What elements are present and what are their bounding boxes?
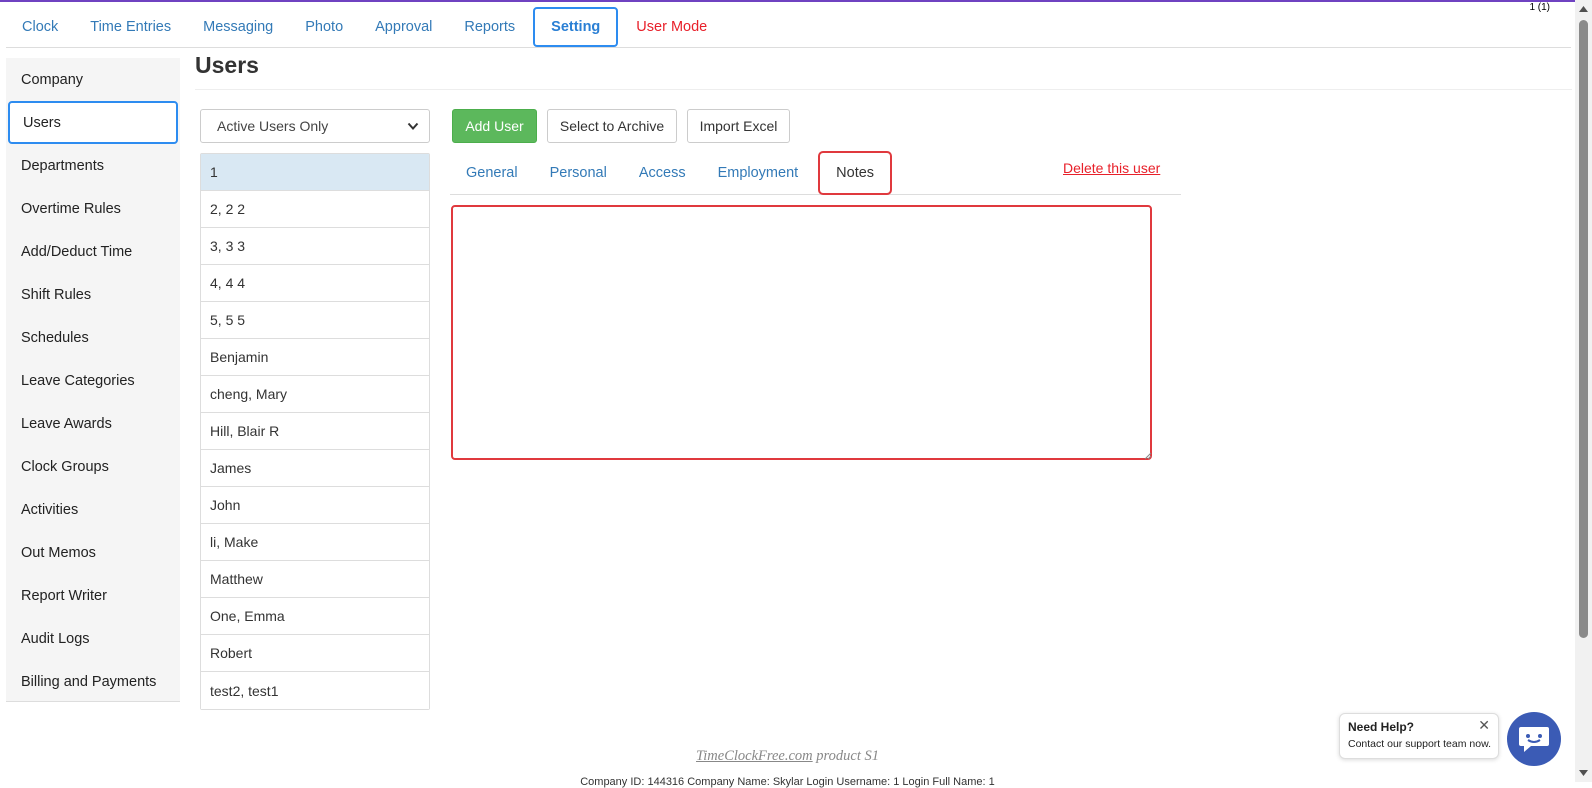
sidebar-item-audit-logs[interactable]: Audit Logs — [6, 617, 180, 660]
tab-time-entries[interactable]: Time Entries — [74, 6, 187, 48]
import-excel-button[interactable]: Import Excel — [687, 109, 790, 143]
tab-personal[interactable]: Personal — [534, 152, 623, 195]
sidebar-item-add-deduct-time[interactable]: Add/Deduct Time — [6, 230, 180, 273]
user-list-item[interactable]: li, Make — [201, 524, 429, 561]
notes-textarea[interactable] — [451, 205, 1152, 460]
product-suffix: product S1 — [812, 748, 879, 764]
tab-user-mode[interactable]: User Mode — [620, 6, 723, 48]
sidebar-item-departments[interactable]: Departments — [6, 144, 180, 187]
sidebar-item-out-memos[interactable]: Out Memos — [6, 531, 180, 574]
user-list-item[interactable]: test2, test1 — [201, 672, 429, 709]
scrollbar-thumb[interactable] — [1579, 20, 1588, 638]
sidebar-item-company[interactable]: Company — [6, 58, 180, 101]
sidebar-item-schedules[interactable]: Schedules — [6, 316, 180, 359]
tab-setting[interactable]: Setting — [533, 6, 619, 47]
user-list-item[interactable]: Matthew — [201, 561, 429, 598]
user-list-item[interactable]: cheng, Mary — [201, 376, 429, 413]
delete-user-link[interactable]: Delete this user — [1063, 160, 1160, 176]
select-to-archive-button[interactable]: Select to Archive — [547, 109, 677, 143]
top-nav: Clock Time Entries Messaging Photo Appro… — [6, 6, 1571, 48]
user-list-item[interactable]: Benjamin — [201, 339, 429, 376]
user-list-item[interactable]: 4, 4 4 — [201, 265, 429, 302]
resize-grip-icon[interactable] — [1143, 451, 1152, 460]
user-list-item[interactable]: 2, 2 2 — [201, 191, 429, 228]
close-icon[interactable]: ✕ — [1478, 717, 1490, 734]
sidebar-item-shift-rules[interactable]: Shift Rules — [6, 273, 180, 316]
help-title: Need Help? — [1348, 720, 1415, 734]
scroll-down-arrow-icon[interactable] — [1575, 766, 1592, 780]
tab-clock[interactable]: Clock — [6, 6, 74, 48]
tab-reports[interactable]: Reports — [448, 6, 531, 48]
settings-sidebar: Company Users Departments Overtime Rules… — [6, 58, 180, 702]
user-list-item[interactable]: 1 — [201, 154, 429, 191]
user-list-item[interactable]: Robert — [201, 635, 429, 672]
tab-messaging[interactable]: Messaging — [187, 6, 289, 48]
tab-notes[interactable]: Notes — [818, 151, 893, 195]
sidebar-item-leave-awards[interactable]: Leave Awards — [6, 402, 180, 445]
sidebar-item-overtime-rules[interactable]: Overtime Rules — [6, 187, 180, 230]
chevron-down-icon — [407, 122, 419, 130]
sidebar-item-clock-groups[interactable]: Clock Groups — [6, 445, 180, 488]
tab-general[interactable]: General — [450, 152, 534, 195]
user-list-item[interactable]: Hill, Blair R — [201, 413, 429, 450]
sidebar-item-billing-and-payments[interactable]: Billing and Payments — [6, 660, 180, 703]
sidebar-item-activities[interactable]: Activities — [6, 488, 180, 531]
chat-button[interactable] — [1507, 712, 1561, 766]
chat-bubble-icon — [1519, 727, 1549, 752]
scroll-up-arrow-icon[interactable] — [1575, 2, 1592, 16]
user-list-item[interactable]: James — [201, 450, 429, 487]
page-title: Users — [195, 50, 1572, 90]
tab-photo[interactable]: Photo — [289, 6, 359, 48]
sidebar-item-users[interactable]: Users — [8, 101, 178, 144]
product-link[interactable]: TimeClockFree.com — [696, 748, 813, 764]
add-user-button[interactable]: Add User — [452, 109, 537, 143]
tab-approval[interactable]: Approval — [359, 6, 448, 48]
user-list-item[interactable]: 5, 5 5 — [201, 302, 429, 339]
sidebar-item-leave-categories[interactable]: Leave Categories — [6, 359, 180, 402]
tab-access[interactable]: Access — [623, 152, 702, 195]
user-list-item[interactable]: John — [201, 487, 429, 524]
tab-employment[interactable]: Employment — [702, 152, 815, 195]
footer-company-info: Company ID: 144316 Company Name: Skylar … — [580, 776, 995, 788]
user-filter-value: Active Users Only — [217, 118, 329, 134]
page-scrollbar[interactable] — [1575, 0, 1592, 782]
user-list-item[interactable]: One, Emma — [201, 598, 429, 635]
help-subtitle: Contact our support team now. — [1348, 738, 1491, 750]
user-list: 1 2, 2 2 3, 3 3 4, 4 4 5, 5 5 Benjamin c… — [200, 153, 430, 710]
help-popup: Need Help? Contact our support team now.… — [1339, 713, 1499, 759]
user-list-item[interactable]: 3, 3 3 — [201, 228, 429, 265]
sidebar-item-report-writer[interactable]: Report Writer — [6, 574, 180, 617]
top-accent-bar — [0, 0, 1592, 2]
user-filter-select[interactable]: Active Users Only — [200, 109, 430, 143]
